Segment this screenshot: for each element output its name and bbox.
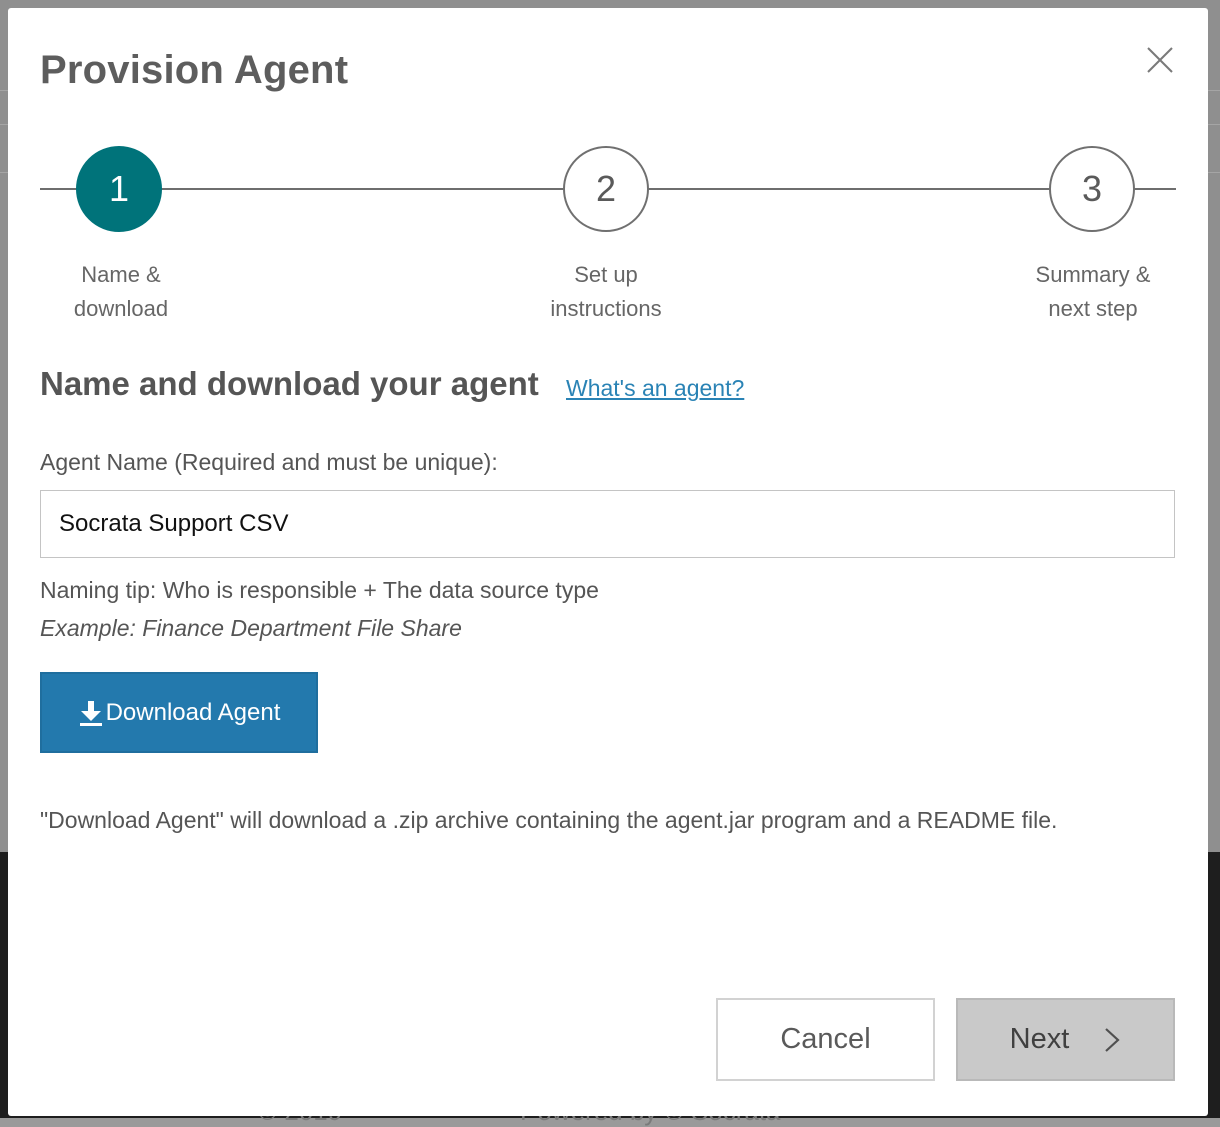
download-icon bbox=[79, 700, 102, 726]
section-heading: Name and download your agent bbox=[40, 365, 539, 402]
step-3-number: 3 bbox=[1081, 168, 1103, 209]
step-1-circle: 1 bbox=[76, 146, 162, 232]
download-agent-button[interactable]: Download Agent bbox=[40, 672, 318, 753]
whats-an-agent-link[interactable]: What's an agent? bbox=[566, 375, 744, 402]
step-1-number: 1 bbox=[108, 168, 130, 209]
step-1-label: Name & download bbox=[11, 258, 231, 326]
step-2-label-line1: Set up bbox=[574, 262, 638, 287]
naming-example: Example: Finance Department File Share bbox=[40, 615, 462, 641]
agent-name-input[interactable] bbox=[40, 490, 1175, 558]
provision-agent-modal: Provision Agent 1 Name & download 2 Set … bbox=[8, 8, 1208, 1116]
step-2-circle: 2 bbox=[563, 146, 649, 232]
step-3-label: Summary & next step bbox=[983, 258, 1203, 326]
step-2-label-line2: instructions bbox=[550, 296, 662, 321]
step-1-label-line1: Name & bbox=[81, 262, 161, 287]
step-3-circle: 3 bbox=[1049, 146, 1135, 232]
step-2-number: 2 bbox=[595, 168, 617, 209]
step-1-label-line2: download bbox=[73, 296, 169, 321]
close-icon bbox=[1147, 47, 1173, 73]
step-3-label-line2: next step bbox=[1048, 296, 1138, 321]
next-label: Next bbox=[1009, 1023, 1070, 1055]
step-2-label: Set up instructions bbox=[496, 258, 716, 326]
modal-title: Provision Agent bbox=[40, 48, 349, 92]
download-agent-label: Download Agent bbox=[105, 698, 281, 726]
close-button[interactable] bbox=[1144, 44, 1176, 76]
agent-name-label: Agent Name (Required and must be unique)… bbox=[40, 449, 498, 475]
download-note: "Download Agent" will download a .zip ar… bbox=[40, 807, 1058, 833]
next-button[interactable]: Next bbox=[956, 998, 1175, 1081]
cancel-button[interactable]: Cancel bbox=[716, 998, 935, 1081]
naming-tip: Naming tip: Who is responsible + The dat… bbox=[40, 577, 599, 603]
step-3-label-line1: Summary & bbox=[1035, 262, 1151, 287]
chevron-right-icon bbox=[1105, 1027, 1120, 1052]
